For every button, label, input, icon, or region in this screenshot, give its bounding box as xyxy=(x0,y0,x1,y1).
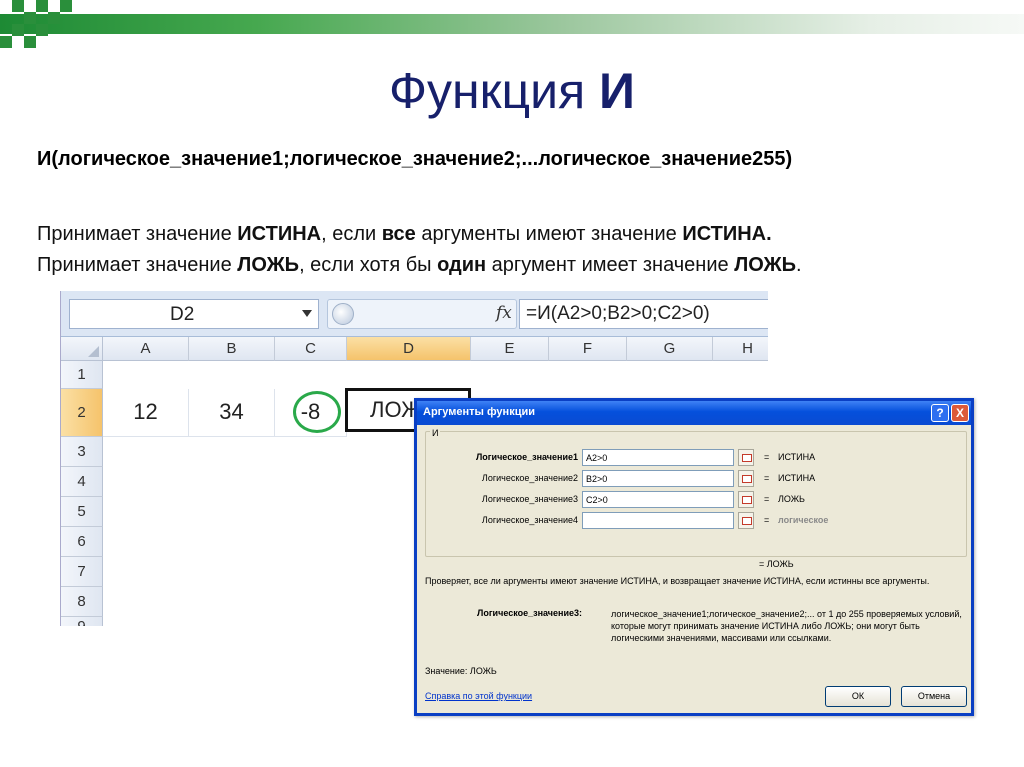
row-header-8[interactable]: 8 xyxy=(61,587,103,617)
argument-input-3[interactable]: C2>0 xyxy=(582,491,734,508)
cell-b2[interactable]: 34 xyxy=(189,389,275,437)
column-header-a[interactable]: A xyxy=(103,337,189,361)
title-decoration-bar xyxy=(0,14,1024,34)
row-header-9[interactable]: 9 xyxy=(61,617,103,626)
argument-row-2: Логическое_значение2 B2>0 = ИСТИНА xyxy=(426,469,966,487)
argument-label: Логическое_значение3 xyxy=(481,494,578,504)
row-header-2[interactable]: 2 xyxy=(61,389,103,437)
name-box-dropdown-icon[interactable] xyxy=(302,310,312,317)
argument-label: Логическое_значение2 xyxy=(481,473,578,483)
slide-title: Функция И xyxy=(389,63,635,119)
argument-result: ИСТИНА xyxy=(778,452,816,462)
decoration-square xyxy=(36,0,48,12)
equals-sign: = xyxy=(764,473,770,483)
decoration-square xyxy=(48,12,60,24)
decoration-square xyxy=(24,36,36,48)
argument-result: логическое xyxy=(778,515,829,525)
function-help-text: Проверяет, все ли аргументы имеют значен… xyxy=(425,576,930,586)
argument-input-2[interactable]: B2>0 xyxy=(582,470,734,487)
argument-row-4: Логическое_значение4 = логическое xyxy=(426,511,966,529)
decoration-square xyxy=(60,0,72,12)
row-header-7[interactable]: 7 xyxy=(61,557,103,587)
equals-sign: = xyxy=(764,452,770,462)
equals-sign: = xyxy=(764,494,770,504)
equals-sign: = xyxy=(764,515,770,525)
argument-result: ИСТИНА xyxy=(778,473,816,483)
column-header-c[interactable]: C xyxy=(275,337,347,361)
function-name: И xyxy=(430,428,441,438)
description-line-false: Принимает значение ЛОЖЬ, если хотя бы од… xyxy=(37,254,802,276)
argument-result: ЛОЖЬ xyxy=(778,494,805,504)
result-value: Значение: ЛОЖЬ xyxy=(425,666,497,676)
column-header-d[interactable]: D xyxy=(347,337,471,361)
help-icon[interactable]: ? xyxy=(931,404,949,422)
ok-button[interactable]: ОК xyxy=(825,686,891,707)
argument-row-3: Логическое_значение3 C2>0 = ЛОЖЬ xyxy=(426,490,966,508)
dialog-title-bar[interactable]: Аргументы функции ? X xyxy=(417,401,971,425)
formula-input[interactable]: =И(A2>0;B2>0;C2>0) xyxy=(519,299,768,329)
name-box[interactable]: D2 xyxy=(69,299,319,329)
cancel-button[interactable]: Отмена xyxy=(901,686,967,707)
argument-input-4[interactable] xyxy=(582,512,734,529)
function-arguments-dialog: Аргументы функции ? X И Логическое_значе… xyxy=(414,398,974,716)
cell-a2[interactable]: 12 xyxy=(103,389,189,437)
row-header-4[interactable]: 4 xyxy=(61,467,103,497)
collapse-dialog-icon[interactable] xyxy=(738,449,754,466)
decoration-square xyxy=(12,0,24,12)
decoration-square xyxy=(0,36,12,48)
decoration-square xyxy=(36,24,48,36)
column-header-g[interactable]: G xyxy=(627,337,713,361)
formula-bar-toolbar: fx xyxy=(327,299,517,329)
column-header-e[interactable]: E xyxy=(471,337,549,361)
row-header-1[interactable]: 1 xyxy=(61,361,103,389)
collapse-dialog-icon[interactable] xyxy=(738,470,754,487)
formula-bar: D2 fx =И(A2>0;B2>0;C2>0) xyxy=(61,291,768,337)
expand-handle-icon[interactable] xyxy=(332,303,354,325)
function-arguments-group: И Логическое_значение1 A2>0 = ИСТИНА Лог… xyxy=(425,428,967,557)
dialog-title: Аргументы функции xyxy=(423,406,535,418)
row-header-3[interactable]: 3 xyxy=(61,437,103,467)
selected-argument-help: логическое_значение1;логическое_значение… xyxy=(611,609,962,643)
highlight-circle xyxy=(293,391,341,433)
collapse-dialog-icon[interactable] xyxy=(738,491,754,508)
description-line-true: Принимает значение ИСТИНА, если все аргу… xyxy=(37,223,772,245)
decoration-square xyxy=(12,24,24,36)
row-header-5[interactable]: 5 xyxy=(61,497,103,527)
function-syntax: И(логическое_значение1;логическое_значен… xyxy=(37,148,793,170)
column-header-h[interactable]: H xyxy=(713,337,768,361)
argument-label: Логическое_значение4 xyxy=(481,515,578,525)
argument-label: Логическое_значение1 xyxy=(475,452,578,462)
column-header-f[interactable]: F xyxy=(549,337,627,361)
decoration-square xyxy=(24,12,36,24)
argument-row-1: Логическое_значение1 A2>0 = ИСТИНА xyxy=(426,448,966,466)
select-all-corner[interactable] xyxy=(61,337,103,361)
formula-result: = ЛОЖЬ xyxy=(759,559,794,569)
column-header-b[interactable]: B xyxy=(189,337,275,361)
selected-argument-name: Логическое_значение3: xyxy=(477,608,583,618)
close-icon[interactable]: X xyxy=(951,404,969,422)
row-header-6[interactable]: 6 xyxy=(61,527,103,557)
function-description: Принимает значение ИСТИНА, если все аргу… xyxy=(37,219,802,281)
argument-input-1[interactable]: A2>0 xyxy=(582,449,734,466)
insert-function-icon[interactable]: fx xyxy=(496,303,512,323)
function-help-link[interactable]: Справка по этой функции xyxy=(425,691,532,701)
collapse-dialog-icon[interactable] xyxy=(738,512,754,529)
